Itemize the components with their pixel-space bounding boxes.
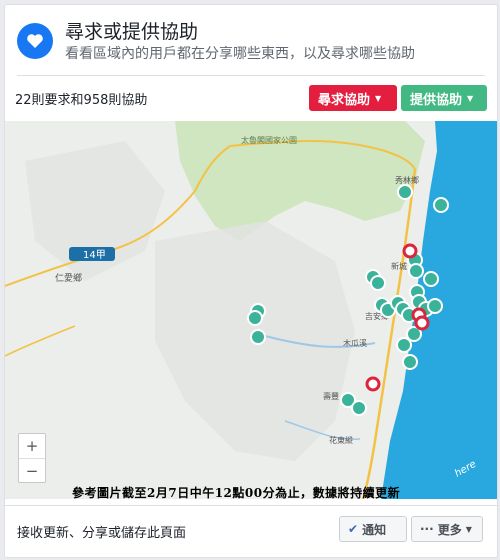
offer-help-button[interactable]: 提供協助 ▼ xyxy=(401,85,487,111)
offer-marker[interactable] xyxy=(427,298,443,314)
chevron-down-icon: ▼ xyxy=(375,93,382,103)
zoom-in-button[interactable]: + xyxy=(19,434,45,458)
summary-count: 22則要求和958則協助 xyxy=(15,93,148,108)
request-marker[interactable] xyxy=(365,376,381,392)
notify-label: 通知 xyxy=(362,522,387,537)
request-marker[interactable] xyxy=(402,243,418,259)
map-label-xincheng: 新城 xyxy=(391,261,407,271)
offer-marker[interactable] xyxy=(423,271,439,287)
help-map[interactable]: 14甲 太魯閣國家公園 仁愛鄉 秀林鄉 新城 吉安鄉 木瓜溪 壽豐 花東縱 he… xyxy=(5,121,497,499)
request-marker[interactable] xyxy=(414,315,430,331)
map-canvas[interactable]: 14甲 太魯閣國家公園 仁愛鄉 秀林鄉 新城 吉安鄉 木瓜溪 壽豐 花東縱 he… xyxy=(5,121,497,499)
offer-marker[interactable] xyxy=(250,329,266,345)
heart-icon xyxy=(17,23,53,59)
offer-marker[interactable] xyxy=(397,184,413,200)
more-label: 更多 xyxy=(437,522,462,537)
request-help-label: 尋求協助 xyxy=(318,92,371,108)
offer-marker[interactable] xyxy=(396,337,412,353)
offer-marker[interactable] xyxy=(370,275,386,291)
card-header: 尋求或提供協助 看看區域內的用戶都在分享哪些東西，以及尋求哪些協助 xyxy=(5,5,497,69)
request-help-button[interactable]: 尋求協助 ▼ xyxy=(309,85,397,111)
offer-marker[interactable] xyxy=(247,310,263,326)
map-label-huadong: 花東縱 xyxy=(329,435,353,445)
page-subtitle: 看看區域內的用戶都在分享哪些東西，以及尋求哪些協助 xyxy=(65,46,415,62)
offer-marker[interactable] xyxy=(402,354,418,370)
check-icon: ✔ xyxy=(348,522,359,536)
image-caption: 參考圖片截至2月7日中午12點00分為止，數據將持續更新 xyxy=(72,486,401,500)
map-label-park: 太魯閣國家公園 xyxy=(241,135,297,145)
offer-marker[interactable] xyxy=(351,400,367,416)
divider xyxy=(17,75,485,76)
chevron-down-icon: ▼ xyxy=(465,524,472,534)
card-footer: 接收更新、分享或儲存此頁面 ✔ 通知 ··· 更多 ▼ xyxy=(5,505,497,557)
zoom-control: + − xyxy=(18,433,46,483)
offer-marker[interactable] xyxy=(433,197,449,213)
offer-marker[interactable] xyxy=(408,263,424,279)
map-label-river: 木瓜溪 xyxy=(343,338,367,348)
map-label-xiulin: 秀林鄉 xyxy=(395,175,419,185)
notify-button[interactable]: ✔ 通知 xyxy=(339,516,407,542)
map-label-shoufeng: 壽豐 xyxy=(323,391,339,401)
map-label-renai: 仁愛鄉 xyxy=(55,272,82,284)
chevron-down-icon: ▼ xyxy=(467,93,474,103)
more-icon: ··· xyxy=(420,522,434,536)
crisis-help-card: 尋求或提供協助 看看區域內的用戶都在分享哪些東西，以及尋求哪些協助 22則要求和… xyxy=(4,4,498,558)
page-title: 尋求或提供協助 xyxy=(65,21,199,43)
footer-text: 接收更新、分享或儲存此頁面 xyxy=(17,526,187,541)
offer-help-label: 提供協助 xyxy=(410,92,463,108)
zoom-out-button[interactable]: − xyxy=(19,459,45,483)
road-shield-label: 14甲 xyxy=(83,250,106,261)
more-button[interactable]: ··· 更多 ▼ xyxy=(411,516,483,542)
